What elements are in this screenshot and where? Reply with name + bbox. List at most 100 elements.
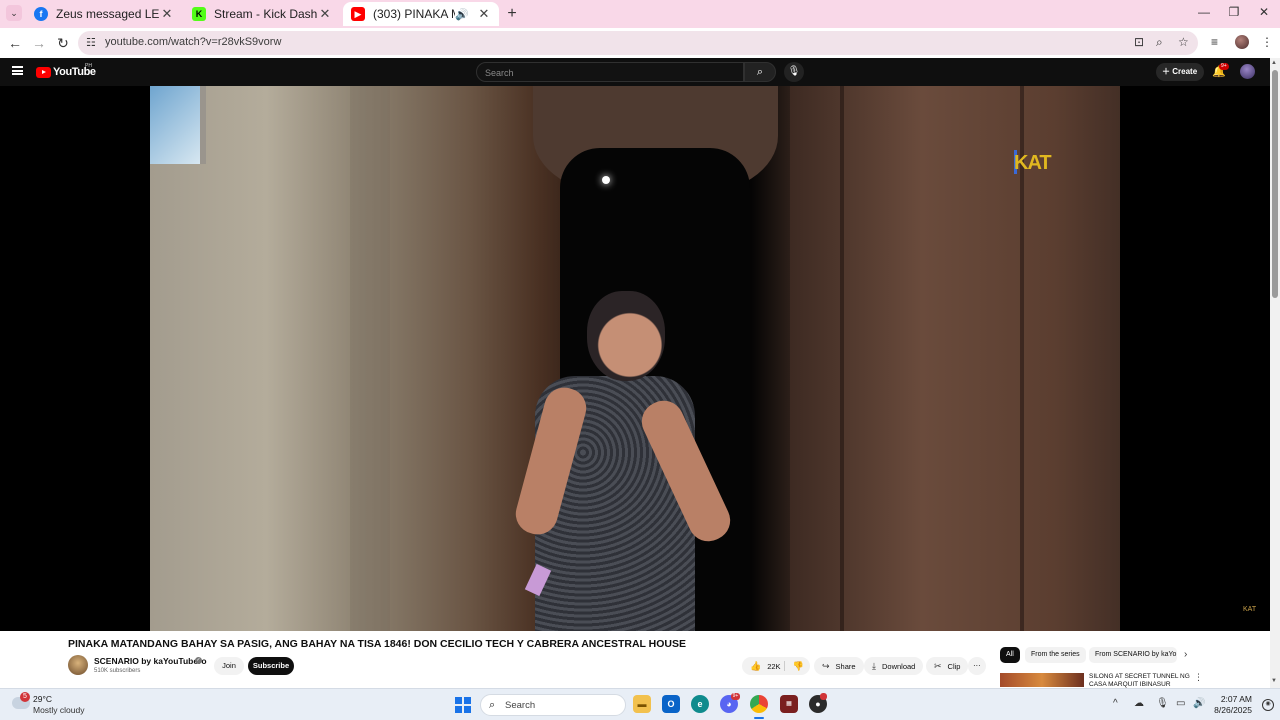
onedrive-icon[interactable]: ☁ — [1134, 698, 1144, 709]
channel-watermark[interactable]: KAT — [1014, 152, 1052, 175]
minimize-button[interactable]: — — [1194, 5, 1214, 19]
youtube-masthead: YouTube PH ⌕ 🎙 ＋ Create 🔔 9+ — [0, 58, 1270, 86]
reload-icon[interactable]: ↻ — [54, 34, 72, 52]
install-app-icon[interactable]: ⊡ — [1134, 35, 1144, 49]
video-scene-window — [150, 86, 206, 164]
recommendation-thumbnail[interactable] — [1000, 673, 1084, 687]
tab-facebook[interactable]: f Zeus messaged LEGIT 3RDC ✕ — [26, 2, 182, 26]
like-icon[interactable]: 👍 — [750, 661, 761, 671]
chevron-right-icon[interactable]: › — [1184, 647, 1187, 663]
profile-avatar[interactable] — [1235, 35, 1249, 49]
windows-start-icon[interactable] — [455, 697, 471, 713]
zoom-icon[interactable]: ⌕ — [1156, 35, 1163, 50]
clock-time[interactable]: 2:07 AM — [1220, 694, 1252, 704]
chrome-menu-icon[interactable]: ⋮ — [1261, 35, 1273, 49]
volume-icon[interactable]: 🔊 — [1193, 698, 1205, 709]
chrome-icon[interactable] — [750, 695, 768, 713]
search-box[interactable] — [476, 62, 744, 82]
chip-from-channel[interactable]: From SCENARIO by kaYo — [1089, 647, 1177, 663]
site-info-icon[interactable]: ☷ — [86, 36, 96, 49]
share-button[interactable]: ↪ Share — [814, 657, 864, 675]
weather-temperature[interactable]: 29°C — [33, 694, 52, 704]
bookmark-star-icon[interactable]: ☆ — [1178, 35, 1189, 49]
windows-taskbar: 5 29°C Mostly cloudy ⌕ Search ▬ O e ◕ 9+… — [0, 688, 1280, 720]
more-actions-button[interactable]: ⋯ — [968, 657, 986, 675]
network-icon[interactable]: ▭ — [1176, 698, 1185, 709]
address-bar[interactable]: ☷ youtube.com/watch?v=r28vkS9vorw ⊡ ⌕ ☆ — [78, 31, 1198, 55]
scroll-up-icon[interactable]: ▲ — [1271, 60, 1277, 66]
tray-overflow-icon[interactable]: ^ — [1113, 698, 1118, 709]
channel-name[interactable]: SCENARIO by kaYouTubero — [94, 656, 207, 666]
edge-icon[interactable]: e — [691, 695, 709, 713]
microphone-icon[interactable]: 🎙 — [784, 62, 804, 82]
facebook-icon: f — [34, 7, 48, 21]
tab-label: Zeus messaged LEGIT 3RDC — [56, 7, 160, 21]
join-button[interactable]: Join — [214, 657, 244, 675]
account-avatar[interactable] — [1240, 64, 1255, 79]
back-icon[interactable]: ← — [6, 34, 24, 52]
download-button[interactable]: ⤓ Download — [864, 657, 924, 675]
menu-icon[interactable] — [12, 66, 23, 75]
notification-center-icon[interactable]: ◉ — [1262, 699, 1274, 711]
subscribe-button[interactable]: Subscribe — [248, 657, 294, 675]
share-label: Share — [835, 662, 856, 671]
youtube-logo-icon[interactable] — [36, 67, 51, 78]
dislike-icon[interactable]: 👎 — [793, 661, 804, 671]
tab-close-button[interactable]: ✕ — [477, 6, 491, 22]
file-explorer-icon[interactable]: ▬ — [633, 695, 651, 713]
tab-close-button[interactable]: ✕ — [318, 6, 332, 22]
page-scrollbar[interactable]: ▲ ▼ — [1270, 58, 1280, 720]
taskbar-search-box[interactable]: ⌕ Search — [480, 694, 626, 716]
recommendation-menu-icon[interactable]: ⋮ — [1194, 672, 1203, 683]
browser-toolbar: ← → ↻ ☷ youtube.com/watch?v=r28vkS9vorw … — [0, 28, 1280, 58]
tab-label: Stream - Kick Dashboard — [214, 7, 318, 21]
tab-close-button[interactable]: ✕ — [160, 6, 174, 22]
tab-search-button[interactable]: ⌄ — [6, 5, 22, 21]
search-input[interactable] — [485, 66, 725, 79]
create-button[interactable]: ＋ Create — [1156, 63, 1204, 81]
media-controls-icon[interactable]: ≡ — [1211, 35, 1218, 49]
channel-avatar[interactable] — [68, 655, 88, 675]
chip-all[interactable]: All — [1000, 647, 1020, 663]
download-icon: ⤓ — [872, 661, 876, 671]
video-corner-badge: KAT — [1243, 606, 1257, 613]
maximize-button[interactable]: ❐ — [1224, 5, 1244, 19]
search-icon[interactable]: ⌕ — [744, 62, 776, 82]
create-label: Create — [1172, 67, 1198, 76]
scroll-down-icon[interactable]: ▼ — [1271, 678, 1277, 684]
region-code: PH — [85, 63, 92, 69]
like-count[interactable]: 22K — [767, 662, 780, 671]
recommendation-title[interactable]: SILONG AT SECRET TUNNEL NG CASA MARQUIT … — [1089, 673, 1193, 689]
download-label: Download — [881, 662, 916, 671]
outlook-icon[interactable]: O — [662, 695, 680, 713]
tab-youtube-video[interactable]: ▶ (303) PINAKA MATANDANG 🔊 ✕ — [343, 2, 499, 26]
weather-description[interactable]: Mostly cloudy — [33, 705, 85, 715]
like-dislike-group: 👍 22K 👎 — [742, 657, 810, 675]
scissors-icon: ✂ — [934, 661, 942, 671]
chip-from-the-series[interactable]: From the series — [1025, 647, 1086, 663]
url-text[interactable]: youtube.com/watch?v=r28vkS9vorw — [105, 36, 281, 48]
tab-kick-dashboard[interactable]: K Stream - Kick Dashboard ✕ — [184, 2, 340, 26]
taskbar-search-label: Search — [505, 700, 536, 711]
video-title: PINAKA MATANDANG BAHAY SA PASIG, ANG BAH… — [68, 638, 687, 650]
video-player[interactable]: KAT KAT — [0, 86, 1270, 631]
recommendation-title-line: SILONG AT SECRET TUNNEL NG — [1089, 673, 1190, 680]
streaming-app-icon[interactable]: ▦ — [780, 695, 798, 713]
obs-recording-dot — [820, 693, 827, 700]
new-tab-button[interactable]: + — [504, 6, 520, 22]
share-icon: ↪ — [822, 661, 830, 671]
scrollbar-thumb[interactable] — [1272, 70, 1278, 298]
close-window-button[interactable]: ✕ — [1254, 5, 1274, 19]
microphone-icon[interactable]: 🎙 — [1156, 698, 1169, 709]
forward-icon[interactable]: → — [30, 34, 48, 52]
speaker-icon[interactable]: 🔊 — [455, 8, 469, 21]
video-scene-person-head — [587, 291, 665, 381]
like-divider — [784, 661, 785, 671]
video-frame[interactable]: KAT — [150, 86, 1120, 631]
clip-button[interactable]: ✂ Clip — [926, 657, 969, 675]
kick-icon: K — [192, 7, 206, 21]
tab-label: (303) PINAKA MATANDANG — [373, 7, 455, 21]
clock-date[interactable]: 8/26/2025 — [1212, 705, 1252, 715]
weather-alert-badge: 5 — [20, 692, 30, 702]
plus-icon: ＋ — [1162, 67, 1173, 76]
